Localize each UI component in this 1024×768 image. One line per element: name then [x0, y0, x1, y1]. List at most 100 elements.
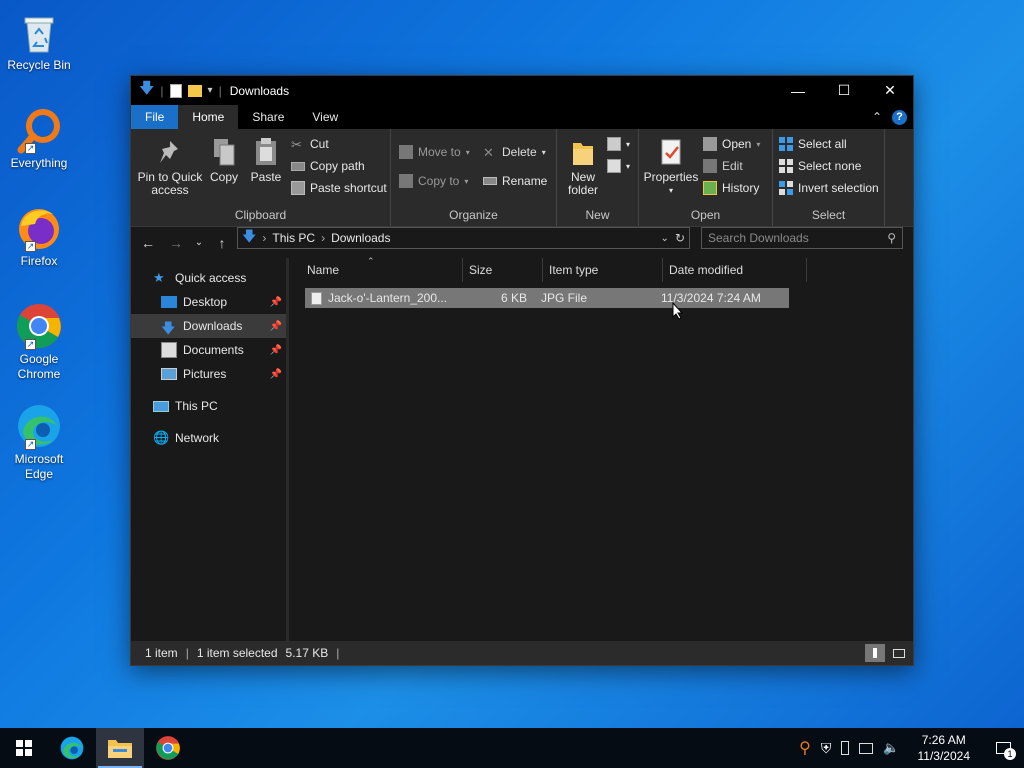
back-button[interactable]: ←: [137, 235, 159, 251]
nav-item-desktop[interactable]: Desktop 📌: [131, 290, 288, 314]
paste-shortcut-button[interactable]: Paste shortcut: [291, 181, 387, 195]
delete-label: Delete: [502, 145, 537, 159]
nav-item-this-pc[interactable]: This PC: [131, 394, 288, 418]
pin-quick-access-button[interactable]: Pin to Quick access: [137, 137, 203, 197]
status-size: 5.17 KB: [285, 646, 329, 660]
properties-icon: [657, 137, 685, 167]
chevron-down-icon: ▾: [756, 139, 761, 149]
new-item-button[interactable]: ▾: [607, 137, 630, 151]
pin-icon[interactable]: 📌: [270, 297, 282, 308]
nav-item-downloads[interactable]: 🡇 Downloads 📌: [131, 314, 288, 338]
edit-label: Edit: [722, 159, 743, 173]
edit-button[interactable]: Edit: [703, 159, 743, 173]
column-name[interactable]: Name ⌃: [301, 256, 463, 282]
taskbar-chrome[interactable]: [144, 728, 192, 768]
nav-item-quick-access[interactable]: ★ Quick access: [131, 266, 288, 290]
new-item-icon: [607, 137, 621, 151]
move-to-button[interactable]: Move to ▾: [399, 145, 470, 159]
desktop-icon-everything[interactable]: ↗ Everything: [4, 106, 74, 171]
tab-file[interactable]: File: [131, 105, 179, 129]
navigation-pane: ★ Quick access Desktop 📌 🡇 Downloads 📌 D…: [131, 258, 289, 641]
tab-home[interactable]: Home: [178, 105, 239, 129]
paste-shortcut-icon: [291, 181, 305, 195]
desktop-icon-recycle-bin[interactable]: Recycle Bin: [4, 8, 74, 73]
status-separator: |: [336, 646, 340, 660]
column-name-label: Name: [307, 263, 340, 277]
column-size[interactable]: Size: [463, 258, 543, 282]
usb-device-icon[interactable]: [841, 741, 850, 755]
notification-center-button[interactable]: 1: [988, 728, 1018, 768]
nav-item-documents[interactable]: Documents 📌: [131, 338, 288, 362]
minimize-button[interactable]: —: [775, 76, 821, 105]
delete-button[interactable]: ✕ Delete ▾: [483, 145, 546, 160]
new-folder-button[interactable]: New folder: [563, 137, 603, 197]
copy-button[interactable]: Copy: [207, 137, 241, 184]
taskbar-edge[interactable]: [48, 728, 96, 768]
recycle-bin-icon: [15, 8, 63, 56]
edit-icon: [703, 159, 717, 173]
taskbar-file-explorer[interactable]: [96, 728, 144, 768]
new-folder-qa-icon[interactable]: [187, 84, 202, 97]
desktop-icon-chrome[interactable]: ↗ Google Chrome: [4, 302, 74, 382]
start-button[interactable]: [0, 728, 48, 768]
move-to-icon: [399, 145, 413, 159]
maximize-button[interactable]: ☐: [821, 76, 867, 105]
network-tray-icon[interactable]: [859, 742, 874, 754]
nav-item-network[interactable]: 🌐 Network: [131, 426, 288, 450]
details-view-button[interactable]: [865, 644, 885, 662]
open-button[interactable]: Open ▾: [703, 137, 760, 151]
desktop-folder-icon: [161, 296, 177, 308]
breadcrumb-this-pc[interactable]: This PC: [272, 231, 315, 245]
collapse-ribbon-icon[interactable]: ⌃: [872, 110, 882, 124]
easy-access-button[interactable]: ▾: [607, 159, 630, 173]
copy-path-button[interactable]: Copy path: [291, 159, 365, 173]
desktop-icon-firefox[interactable]: ↗ Firefox: [4, 204, 74, 269]
select-all-button[interactable]: Select all: [779, 137, 847, 151]
select-none-button[interactable]: Select none: [779, 159, 861, 173]
pictures-folder-icon: [161, 368, 177, 380]
clock[interactable]: 7:26 AM 11/3/2024: [910, 732, 979, 764]
customize-qa-icon[interactable]: ▾: [208, 85, 213, 96]
copy-path-label: Copy path: [310, 159, 365, 173]
volume-muted-icon[interactable]: 🔈: [883, 740, 899, 756]
history-button[interactable]: History: [703, 181, 759, 195]
refresh-icon[interactable]: ↻: [675, 231, 689, 245]
breadcrumb-downloads[interactable]: Downloads: [331, 231, 390, 245]
security-shield-icon[interactable]: ⛨: [821, 740, 832, 757]
group-clipboard: Pin to Quick access Copy Paste ✂ Cut Cop…: [131, 129, 391, 226]
column-type[interactable]: Item type: [543, 258, 663, 282]
file-row[interactable]: Jack-o'-Lantern_200... 6 KB JPG File 11/…: [305, 288, 789, 308]
pin-icon[interactable]: 📌: [270, 369, 282, 380]
desktop-icon-label: Microsoft Edge: [14, 452, 64, 481]
help-icon[interactable]: ?: [892, 109, 907, 125]
invert-selection-button[interactable]: Invert selection: [779, 181, 879, 195]
pin-icon[interactable]: 📌: [270, 345, 282, 356]
rename-button[interactable]: Rename: [483, 174, 547, 188]
pin-icon[interactable]: 📌: [270, 321, 282, 332]
group-label-new: New: [585, 208, 610, 222]
tab-share[interactable]: Share: [238, 105, 298, 129]
properties-button[interactable]: Properties ▾: [643, 137, 699, 197]
nav-item-pictures[interactable]: Pictures 📌: [131, 362, 288, 386]
taskbar: ⚲ ⛨ 🔈 7:26 AM 11/3/2024 1: [0, 728, 1024, 768]
large-icons-view-button[interactable]: [889, 644, 909, 662]
copy-to-button[interactable]: Copy to ▾: [399, 174, 468, 188]
forward-button[interactable]: →: [165, 235, 187, 251]
properties-qa-icon[interactable]: [169, 83, 182, 98]
recent-locations-button[interactable]: ⌄: [193, 237, 205, 248]
up-button[interactable]: ↑: [211, 235, 233, 251]
everything-tray-icon[interactable]: ⚲: [799, 738, 811, 758]
paste-button[interactable]: Paste: [247, 137, 285, 184]
address-dropdown-icon[interactable]: ⌄: [661, 233, 669, 244]
chevron-down-icon: ▾: [541, 147, 546, 157]
scissors-icon: ✂: [291, 137, 302, 152]
tab-view[interactable]: View: [298, 105, 352, 129]
nav-pane-splitter[interactable]: [286, 258, 288, 641]
address-bar[interactable]: 🡇 › This PC › Downloads ⌄ ↻: [237, 227, 690, 249]
search-input[interactable]: Search Downloads ⚲: [701, 227, 903, 249]
new-folder-label: New folder: [567, 170, 599, 197]
cut-button[interactable]: ✂ Cut: [291, 137, 329, 152]
desktop-icon-edge[interactable]: ↗ Microsoft Edge: [4, 402, 74, 482]
column-date[interactable]: Date modified: [663, 258, 807, 282]
close-button[interactable]: ✕: [867, 76, 913, 105]
